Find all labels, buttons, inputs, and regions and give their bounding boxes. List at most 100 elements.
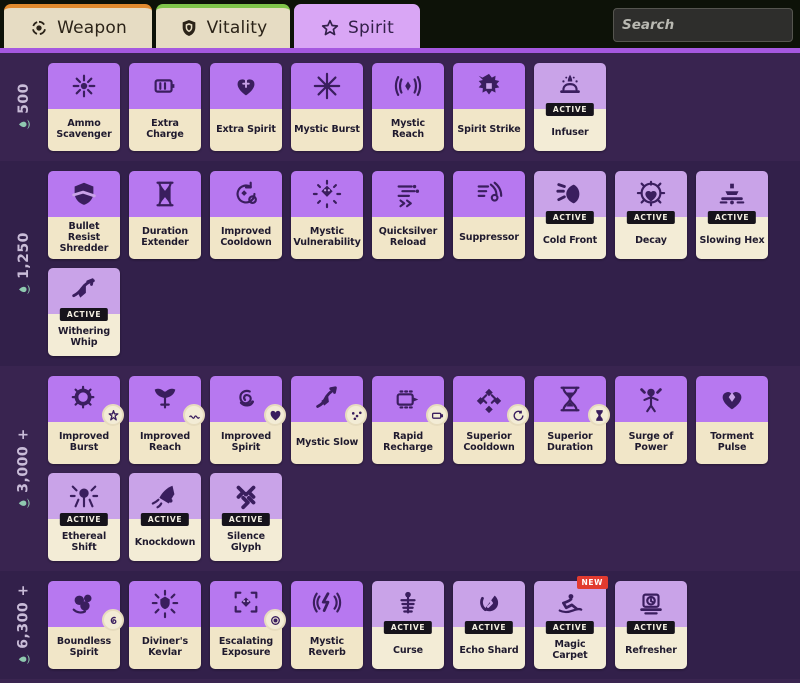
item-card[interactable]: Improved Spirit bbox=[210, 376, 282, 464]
item-card[interactable]: Diviner's Kevlar bbox=[129, 581, 201, 669]
item-name: Rapid Recharge bbox=[375, 431, 441, 453]
item-icon-pane bbox=[453, 171, 525, 217]
recharge-icon bbox=[393, 384, 423, 414]
tab-weapon[interactable]: Weapon bbox=[4, 4, 152, 48]
item-card[interactable]: Torment Pulse bbox=[696, 376, 768, 464]
item-card[interactable]: ACTIVEKnockdown bbox=[129, 473, 201, 561]
active-badge: ACTIVE bbox=[546, 621, 594, 634]
active-badge: ACTIVE bbox=[222, 513, 270, 526]
item-icon-pane bbox=[372, 171, 444, 217]
shield-icon bbox=[179, 18, 199, 38]
item-name-pane: Suppressor bbox=[453, 217, 525, 259]
item-card[interactable]: Boundless Spirit bbox=[48, 581, 120, 669]
item-name: Echo Shard bbox=[459, 645, 518, 656]
item-name-pane: Escalating Exposure bbox=[210, 627, 282, 669]
item-card[interactable]: NEWACTIVEMagic Carpet bbox=[534, 581, 606, 669]
item-card[interactable]: ACTIVEInfuser bbox=[534, 63, 606, 151]
item-card[interactable]: Duration Extender bbox=[129, 171, 201, 259]
spirit-swirl-icon bbox=[231, 384, 261, 414]
hourglass-icon bbox=[150, 179, 180, 209]
item-icon-pane bbox=[696, 376, 768, 422]
item-name: Refresher bbox=[625, 645, 677, 656]
item-name: Mystic Reach bbox=[375, 118, 441, 140]
item-name: Curse bbox=[393, 645, 423, 656]
item-icon-pane bbox=[291, 376, 363, 422]
item-card[interactable]: ACTIVEWithering Whip bbox=[48, 268, 120, 356]
tab-spirit[interactable]: Spirit bbox=[294, 4, 420, 48]
cold-front-icon bbox=[555, 179, 585, 209]
item-card[interactable]: Mystic Reach bbox=[372, 63, 444, 151]
upgrade-star-icon bbox=[102, 404, 124, 426]
item-card[interactable]: Quicksilver Reload bbox=[372, 171, 444, 259]
item-name: Improved Cooldown bbox=[213, 226, 279, 248]
item-card[interactable]: ACTIVECold Front bbox=[534, 171, 606, 259]
item-card[interactable]: Spirit Strike bbox=[453, 63, 525, 151]
item-name: Superior Duration bbox=[537, 431, 603, 453]
tier-section: 500Ammo Scavenger Extra Charge Extra Spiri… bbox=[0, 53, 800, 161]
active-badge: ACTIVE bbox=[708, 211, 756, 224]
item-card[interactable]: Superior Cooldown bbox=[453, 376, 525, 464]
item-card[interactable]: Mystic Slow bbox=[291, 376, 363, 464]
item-card[interactable]: Extra Spirit bbox=[210, 63, 282, 151]
item-card[interactable]: Ammo Scavenger bbox=[48, 63, 120, 151]
tier-item-grid: Improved Burst Improved Reach Improved Spi… bbox=[48, 376, 792, 561]
mystic-reverb-icon bbox=[312, 589, 342, 619]
item-card[interactable]: Escalating Exposure bbox=[210, 581, 282, 669]
item-name: Improved Spirit bbox=[213, 431, 279, 453]
reach-waves-icon bbox=[393, 71, 423, 101]
item-icon-pane: ACTIVE bbox=[453, 581, 525, 627]
heart-spark-icon bbox=[231, 71, 261, 101]
item-icon-pane bbox=[210, 171, 282, 217]
item-card[interactable]: Mystic Vulnerability bbox=[291, 171, 363, 259]
item-card[interactable]: ACTIVE Echo Shard bbox=[453, 581, 525, 669]
tier-price-label: 1,250 bbox=[16, 232, 32, 296]
item-name-pane: Extra Charge bbox=[129, 109, 201, 151]
item-name: Improved Burst bbox=[51, 431, 117, 453]
battery-icon bbox=[150, 71, 180, 101]
item-card[interactable]: Bullet Resist Shredder bbox=[48, 171, 120, 259]
burst-star-icon bbox=[312, 71, 342, 101]
search-box[interactable]: × bbox=[613, 8, 793, 42]
item-card[interactable]: Improved Burst bbox=[48, 376, 120, 464]
upgrade-dots-icon bbox=[345, 404, 367, 426]
item-card[interactable]: Mystic Reverb bbox=[291, 581, 363, 669]
tier-price-rail: 3,000 + bbox=[0, 366, 48, 571]
tier-price-rail: 500 bbox=[0, 53, 48, 161]
search-input[interactable] bbox=[622, 17, 800, 33]
upgrade-heart-icon bbox=[264, 404, 286, 426]
item-card[interactable]: Improved Reach bbox=[129, 376, 201, 464]
item-icon-pane bbox=[48, 171, 120, 217]
item-card[interactable]: Rapid Recharge bbox=[372, 376, 444, 464]
item-card[interactable]: Improved Cooldown bbox=[210, 171, 282, 259]
upgrade-swirl-icon bbox=[102, 609, 124, 631]
item-name: Ethereal Shift bbox=[51, 531, 117, 553]
item-name: Extra Charge bbox=[132, 118, 198, 140]
item-name: Slowing Hex bbox=[700, 235, 765, 246]
item-card[interactable]: Extra Charge bbox=[129, 63, 201, 151]
tab-spirit-label: Spirit bbox=[348, 18, 394, 38]
item-card[interactable]: ACTIVEDecay bbox=[615, 171, 687, 259]
item-card[interactable]: Surge of Power bbox=[615, 376, 687, 464]
item-name: Mystic Slow bbox=[296, 437, 358, 448]
item-name-pane: Extra Spirit bbox=[210, 109, 282, 151]
item-name-pane: Spirit Strike bbox=[453, 109, 525, 151]
item-card[interactable]: Suppressor bbox=[453, 171, 525, 259]
star-icon bbox=[320, 18, 340, 38]
item-card[interactable]: ACTIVERefresher bbox=[615, 581, 687, 669]
curse-icon bbox=[393, 589, 423, 619]
refresher-icon bbox=[636, 589, 666, 619]
upgrade-target-icon bbox=[264, 609, 286, 631]
item-name-pane: Bullet Resist Shredder bbox=[48, 217, 120, 259]
item-card[interactable]: Mystic Burst bbox=[291, 63, 363, 151]
item-name-pane: Improved Burst bbox=[48, 422, 120, 464]
item-card[interactable]: ACTIVECurse bbox=[372, 581, 444, 669]
tab-vitality[interactable]: Vitality bbox=[156, 4, 290, 48]
item-card[interactable]: ACTIVESilence Glyph bbox=[210, 473, 282, 561]
suppressor-icon bbox=[474, 179, 504, 209]
superior-cooldown-icon bbox=[474, 384, 504, 414]
item-card[interactable]: Superior Duration bbox=[534, 376, 606, 464]
tier-item-grid: Boundless SpiritDiviner's Kevlar Escalati… bbox=[48, 581, 792, 669]
item-card[interactable]: ACTIVE Slowing Hex bbox=[696, 171, 768, 259]
item-name: Escalating Exposure bbox=[213, 636, 279, 658]
item-card[interactable]: ACTIVEEthereal Shift bbox=[48, 473, 120, 561]
